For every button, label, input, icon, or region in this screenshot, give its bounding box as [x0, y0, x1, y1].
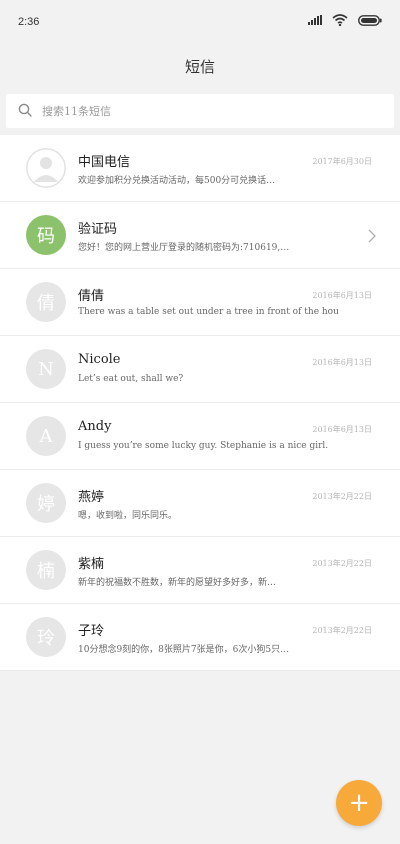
thread-date: 2013年2月22日 — [312, 559, 372, 568]
thread-snippet: 10分想念9刻的你，8张照片7张是你，6次小狗5只… — [78, 645, 290, 655]
thread-row[interactable]: 楠 紫楠 2013年2月22日 新年的祝福数不胜数，新年的愿望好多好多，新… — [0, 537, 400, 604]
thread-row[interactable]: 码 验证码 您好！您的网上营业厅登录的随机密码为:710619,… — [0, 202, 400, 269]
battery-icon — [358, 14, 382, 29]
thread-date: 2013年2月22日 — [312, 492, 372, 501]
thread-row[interactable]: N Nicole 2016年6月13日 Let’s eat out, shall… — [0, 336, 400, 403]
signal-icon — [308, 15, 322, 28]
avatar: 玲 — [26, 617, 66, 657]
thread-snippet: Let’s eat out, shall we? — [78, 374, 184, 384]
search-input[interactable] — [40, 103, 394, 119]
thread-snippet: 新年的祝福数不胜数，新年的愿望好多好多，新… — [78, 578, 277, 588]
wifi-icon — [332, 14, 348, 29]
chevron-right-icon — [368, 228, 376, 247]
avatar: 倩 — [26, 282, 66, 322]
status-time: 2:36 — [18, 16, 40, 28]
thread-name: 燕婷 — [78, 490, 105, 505]
avatar: 码 — [26, 215, 66, 255]
thread-date: 2013年2月22日 — [312, 626, 372, 635]
thread-row[interactable]: A Andy 2016年6月13日 I guess you’re some lu… — [0, 403, 400, 470]
thread-name: 紫楠 — [78, 557, 105, 572]
thread-date: 2016年6月13日 — [312, 425, 372, 434]
thread-name: 子玲 — [78, 624, 105, 639]
thread-snippet: 嗯，收到啦，同乐同乐。 — [78, 511, 178, 521]
thread-date: 2017年6月30日 — [312, 157, 372, 166]
message-list: 中国电信 2017年6月30日 欢迎参加积分兑换活动活动，每500分可兑换话… … — [0, 135, 400, 671]
search-container — [0, 88, 400, 135]
new-message-button[interactable]: + — [336, 780, 382, 826]
thread-row[interactable]: 婷 燕婷 2013年2月22日 嗯，收到啦，同乐同乐。 — [0, 470, 400, 537]
avatar: 楠 — [26, 550, 66, 590]
thread-name: Andy — [78, 419, 112, 434]
status-icons — [308, 14, 382, 29]
thread-name: 倩倩 — [78, 289, 105, 304]
thread-name: 验证码 — [78, 222, 118, 237]
thread-name: Nicole — [78, 352, 121, 367]
thread-snippet: I guess you’re some lucky guy. Stephanie… — [78, 441, 329, 451]
page-title: 短信 — [184, 57, 215, 76]
thread-row[interactable]: 倩 倩倩 2016年6月13日 There was a table set ou… — [0, 269, 400, 336]
plus-icon: + — [348, 788, 370, 818]
thread-date: 2016年6月13日 — [312, 358, 372, 367]
thread-row[interactable]: 玲 子玲 2013年2月22日 10分想念9刻的你，8张照片7张是你，6次小狗5… — [0, 604, 400, 671]
search-bar[interactable] — [6, 94, 394, 128]
avatar: 婷 — [26, 483, 66, 523]
thread-date: 2016年6月13日 — [312, 291, 372, 300]
search-icon — [18, 102, 32, 121]
thread-name: 中国电信 — [78, 155, 131, 170]
person-icon — [26, 148, 66, 188]
status-bar: 2:36 — [0, 0, 400, 44]
thread-snippet: 欢迎参加积分兑换活动活动，每500分可兑换话… — [78, 176, 276, 186]
avatar: A — [26, 416, 66, 456]
avatar — [26, 148, 66, 188]
avatar: N — [26, 349, 66, 389]
thread-snippet: There was a table set out under a tree i… — [78, 307, 338, 317]
thread-row[interactable]: 中国电信 2017年6月30日 欢迎参加积分兑换活动活动，每500分可兑换话… — [0, 135, 400, 202]
thread-snippet: 您好！您的网上营业厅登录的随机密码为:710619,… — [78, 243, 290, 253]
